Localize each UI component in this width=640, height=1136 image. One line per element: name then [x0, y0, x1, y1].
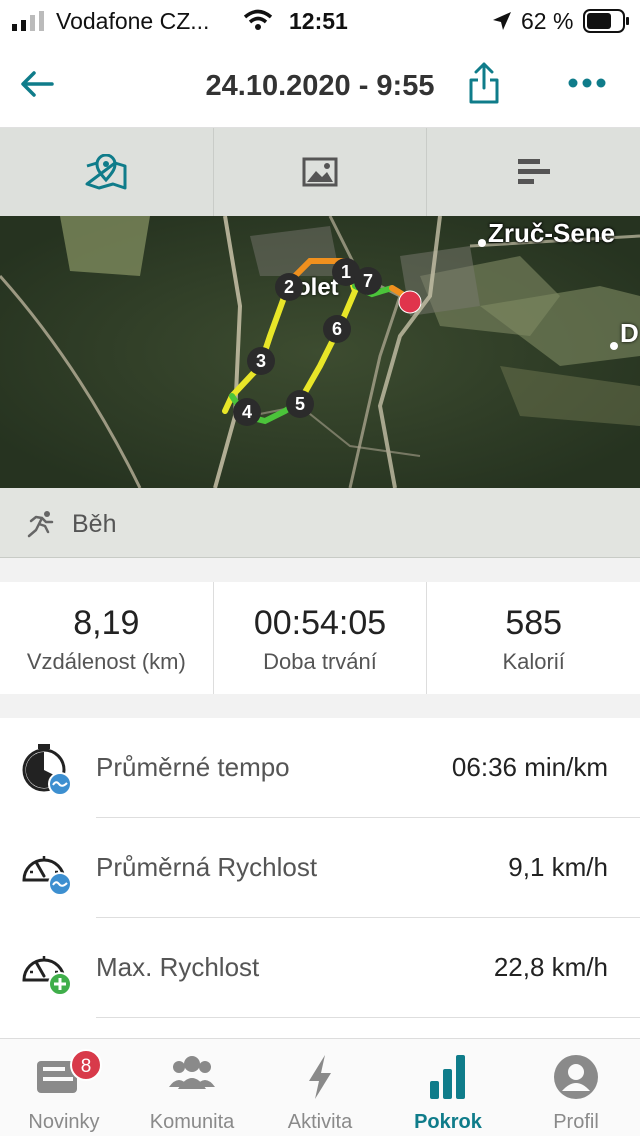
- map-icon: [85, 154, 127, 190]
- nav-label: Profil: [553, 1111, 599, 1133]
- section-spacer: [0, 694, 640, 718]
- divider: [96, 1017, 640, 1018]
- satellite-map: [0, 216, 640, 488]
- metric-value: 9,1 km/h: [508, 852, 608, 882]
- share-icon[interactable]: [468, 62, 500, 104]
- lap-marker[interactable]: 6: [323, 315, 351, 343]
- stat-value: 8,19: [73, 604, 140, 642]
- page-title: 24.10.2020 - 9:55: [205, 70, 435, 102]
- nav-item-profil[interactable]: Profil: [512, 1039, 640, 1136]
- metric-row-max-speed: Max. Rychlost 22,8 km/h: [0, 918, 640, 1018]
- app-header: 24.10.2020 - 9:55: [0, 42, 640, 128]
- stat-value: 585: [505, 604, 563, 642]
- lap-marker[interactable]: 2: [275, 273, 303, 301]
- tab-stats[interactable]: [427, 128, 640, 216]
- stat-label: Doba trvání: [263, 649, 377, 674]
- nav-label: Komunita: [149, 1111, 235, 1133]
- stat-label: Kalorií: [502, 649, 565, 674]
- image-icon: [302, 157, 338, 187]
- tab-photos[interactable]: [214, 128, 428, 216]
- battery-percent: 62 %: [521, 8, 574, 34]
- nav-item-komunita[interactable]: Komunita: [128, 1039, 256, 1136]
- metric-row-avg-pace: Průměrné tempo 06:36 min/km: [0, 718, 640, 818]
- speedometer-average-icon: [22, 856, 72, 896]
- carrier-name: Vodafone CZ...: [56, 8, 210, 34]
- bottom-nav: 8 Novinky Komunita Aktivita Pokrok Profi…: [0, 1038, 640, 1136]
- lap-marker[interactable]: 5: [286, 390, 314, 418]
- metric-name: Průměrné tempo: [96, 752, 290, 782]
- stat-label: Vzdálenost (km): [26, 649, 186, 674]
- activity-type-label: Běh: [72, 510, 117, 538]
- metric-value: 06:36 min/km: [451, 752, 608, 782]
- lightning-icon: [309, 1055, 331, 1099]
- map-place-label: Zruč-Sene: [488, 218, 616, 248]
- activity-type-bar: Běh: [0, 488, 640, 558]
- nav-item-pokrok[interactable]: Pokrok: [384, 1039, 512, 1136]
- nav-label: Novinky: [28, 1111, 100, 1133]
- nav-item-novinky[interactable]: 8 Novinky: [0, 1039, 128, 1136]
- notification-badge: 8: [70, 1049, 102, 1081]
- wifi-icon: [243, 9, 273, 30]
- stat-distance: 8,19 Vzdálenost (km): [0, 582, 214, 694]
- nav-item-aktivita[interactable]: Aktivita: [256, 1039, 384, 1136]
- metric-name: Průměrná Rychlost: [96, 852, 318, 882]
- route-map[interactable]: Zruč-Sene D olet 1 2 3 4 5 6 7: [0, 216, 640, 488]
- stat-value: 00:54:05: [253, 604, 387, 642]
- community-icon: [169, 1056, 215, 1089]
- signal-icon: [12, 11, 44, 31]
- status-bar: Vodafone CZ... 12:51 62 %: [0, 0, 640, 42]
- bar-list-icon: [517, 159, 550, 184]
- lap-marker[interactable]: 7: [354, 267, 382, 295]
- lap-marker[interactable]: 3: [247, 347, 275, 375]
- summary-stats: 8,19 Vzdálenost (km) 00:54:05 Doba trván…: [0, 582, 640, 694]
- stat-calories: 585 Kalorií: [427, 582, 640, 694]
- metric-name: Max. Rychlost: [96, 952, 260, 982]
- running-icon: [27, 511, 54, 538]
- view-tabs: [0, 128, 640, 216]
- lap-marker[interactable]: 4: [233, 398, 261, 426]
- location-arrow-icon: [493, 12, 511, 30]
- clock: 12:51: [289, 8, 348, 34]
- battery-icon: [583, 9, 629, 33]
- stat-duration: 00:54:05 Doba trvání: [214, 582, 428, 694]
- tab-map[interactable]: [0, 128, 214, 216]
- metric-row-avg-speed: Průměrná Rychlost 9,1 km/h: [0, 818, 640, 918]
- nav-label: Pokrok: [414, 1111, 482, 1133]
- section-spacer: [0, 558, 640, 582]
- map-place-label: D: [620, 318, 639, 348]
- speedometer-max-icon: [22, 956, 72, 996]
- bar-chart-icon: [430, 1055, 465, 1099]
- stopwatch-average-icon: [22, 744, 72, 796]
- profile-icon: [554, 1055, 598, 1099]
- metric-value: 22,8 km/h: [493, 952, 608, 982]
- nav-label: Aktivita: [287, 1111, 353, 1133]
- more-options-icon[interactable]: [568, 78, 606, 88]
